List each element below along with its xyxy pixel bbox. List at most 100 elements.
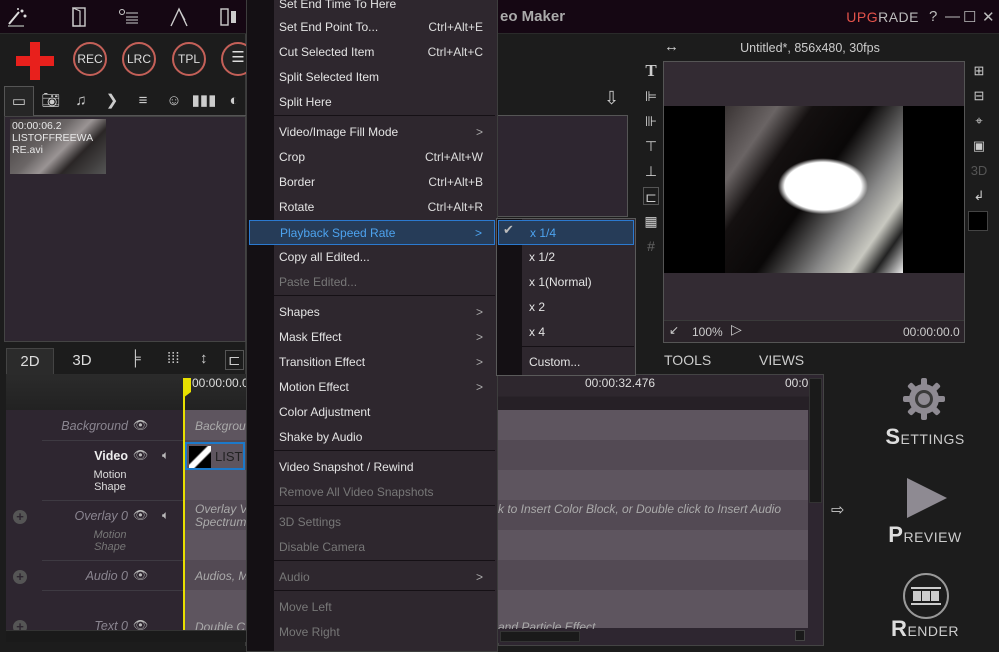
zoom-level[interactable]: 100% (692, 325, 723, 339)
emoji-tab-icon[interactable]: ☺ (159, 86, 189, 116)
tab-3d[interactable]: 3D (58, 348, 106, 374)
render-film-icon[interactable] (903, 573, 949, 619)
speed-option-3[interactable]: x 1(Normal) (521, 270, 633, 295)
menu-item-split-selected-item[interactable]: Split Selected Item (273, 65, 495, 90)
play-icon[interactable]: ▷ (731, 321, 742, 338)
arrow-right-icon[interactable]: ⇨ (831, 500, 844, 520)
swap-arrows-icon[interactable]: ↲ (970, 187, 988, 205)
menu-item-rotate[interactable]: Rotate Ctrl+Alt+R (273, 195, 495, 220)
views-tab[interactable]: VIEWS (759, 352, 804, 368)
add-track-icon[interactable]: + (13, 570, 27, 584)
menu-item-cut-selected-item[interactable]: Cut Selected Item Ctrl+Alt+C (273, 40, 495, 65)
eye-icon[interactable]: 👁︎ (133, 418, 148, 432)
camera-tab-icon[interactable]: 📷︎ (36, 86, 66, 116)
help-button[interactable]: ? (929, 8, 937, 25)
add-track-icon[interactable]: + (13, 510, 27, 524)
contrast-tab-icon[interactable]: ◐ (219, 86, 249, 116)
rec-button[interactable]: REC (73, 42, 107, 76)
maximize-button[interactable]: ☐ (963, 8, 976, 26)
align-right-icon[interactable]: ⊪ (643, 112, 659, 130)
layout-grid-icon[interactable]: ▣ (970, 137, 988, 155)
center-horizontal-icon[interactable]: ⊞ (970, 62, 988, 80)
music-tab-icon[interactable]: ♫ (66, 86, 96, 116)
tools-tab[interactable]: TOOLS (664, 352, 711, 368)
split-panel-icon[interactable] (218, 6, 240, 28)
add-media-button[interactable] (16, 42, 54, 80)
speed-option-6[interactable]: Custom... (521, 350, 633, 375)
vertical-resize-icon[interactable]: ↕ (200, 350, 208, 367)
menu-item-color-adjustment[interactable]: Color Adjustment (273, 400, 495, 425)
speed-option-2[interactable]: x 1/2 (521, 245, 633, 270)
align-top-icon[interactable]: ⊤ (643, 137, 659, 155)
text-tool-icon[interactable]: T (643, 62, 659, 80)
settings-gear-icon[interactable] (903, 378, 945, 420)
eye-icon[interactable]: 👁︎ (133, 448, 148, 462)
eye-icon[interactable]: 👁︎ (133, 508, 148, 522)
compass-icon[interactable] (168, 6, 190, 28)
center-target-icon[interactable]: ⌖ (970, 112, 988, 130)
video-motion-label[interactable]: Motion (82, 469, 138, 481)
shrink-icon[interactable]: ↙ (669, 323, 679, 337)
menu-item-mask-effect[interactable]: Mask Effect > (273, 325, 495, 350)
battery-tab-icon[interactable]: ▮▮▮ (189, 86, 219, 116)
video-clip[interactable]: LIST (185, 442, 245, 470)
menu-item-transition-effect[interactable]: Transition Effect > (273, 350, 495, 375)
frame-icon[interactable]: ⊏ (225, 350, 244, 370)
speaker-icon[interactable]: 🔈︎ (162, 508, 169, 523)
lane-audio-right[interactable] (498, 560, 808, 590)
tab-2d[interactable]: 2D (6, 348, 54, 374)
speed-option-1[interactable]: x 1/4 (498, 220, 634, 245)
center-vertical-icon[interactable]: ⊟ (970, 87, 988, 105)
speed-option-4[interactable]: x 2 (521, 295, 633, 320)
speaker-icon[interactable]: 🔈︎ (162, 448, 169, 463)
storyboard-tab-icon[interactable]: ▭ (4, 86, 34, 116)
lane-background-right[interactable] (498, 410, 808, 440)
download-icon[interactable]: ⇩ (604, 88, 619, 109)
preview-button[interactable]: PREVIEW (880, 522, 970, 548)
media-clip-thumbnail[interactable]: 00:00:06.2 LISTOFFREEWA RE.avi (10, 119, 106, 174)
grid-fine-icon[interactable]: ▦ (643, 212, 659, 230)
magic-wand-icon[interactable] (6, 6, 28, 28)
menu-item-video-snapshot-rewind[interactable]: Video Snapshot / Rewind (273, 455, 495, 480)
door-icon[interactable] (68, 6, 90, 28)
frame-icon[interactable]: ⊏ (643, 187, 659, 205)
speed-option-5[interactable]: x 4 (521, 320, 633, 345)
eye-icon[interactable]: 👁︎ (133, 568, 148, 582)
align-left-icon[interactable]: ⊫ (643, 87, 659, 105)
audio-list-tab-icon[interactable]: ≡ (128, 86, 158, 116)
grid-icon[interactable]: # (643, 237, 659, 255)
color-swatch[interactable] (968, 211, 988, 231)
menu-item-split-here[interactable]: Split Here (273, 90, 495, 115)
menu-item-playback-speed-rate[interactable]: Playback Speed Rate > (249, 220, 495, 245)
lrc-button[interactable]: LRC (122, 42, 156, 76)
menu-item-motion-effect[interactable]: Motion Effect > (273, 375, 495, 400)
timeline-vscroll[interactable] (809, 378, 822, 503)
video-shape-label[interactable]: Shape (82, 481, 138, 493)
menu-item-video-image-fill-mode[interactable]: Video/Image Fill Mode > (273, 120, 495, 145)
playhead[interactable] (183, 378, 185, 630)
minimize-button[interactable]: — (945, 8, 960, 25)
menu-item-copy-all-edited[interactable]: Copy all Edited... (273, 245, 495, 270)
lane-video-right[interactable] (498, 440, 808, 470)
tpl-button[interactable]: TPL (172, 42, 206, 76)
align-bottom-icon[interactable]: ⊥ (643, 162, 659, 180)
overlay-motion-label[interactable]: Motion (82, 529, 138, 541)
list-settings-icon[interactable] (118, 6, 140, 28)
grid-dots-icon[interactable]: ⁞⁞⁞ (167, 350, 180, 367)
timeline-hscroll[interactable] (6, 630, 246, 642)
three-d-icon[interactable]: 3D (970, 162, 988, 180)
close-button[interactable]: ✕ (982, 8, 995, 26)
menu-item-crop[interactable]: Crop Ctrl+Alt+W (273, 145, 495, 170)
lane-text[interactable] (184, 590, 246, 620)
upgrade-button[interactable]: UPGRADE (846, 9, 919, 25)
preview-play-icon[interactable] (907, 478, 947, 518)
menu-item-set-end-point-to[interactable]: Set End Point To... Ctrl+Alt+E (273, 15, 495, 40)
hscroll-thumb[interactable] (500, 631, 580, 642)
settings-button[interactable]: SETTINGS (880, 424, 970, 450)
render-button[interactable]: RENDER (880, 616, 970, 642)
menu-item-shapes[interactable]: Shapes > (273, 300, 495, 325)
transition-tab-icon[interactable]: ❯ (97, 86, 127, 116)
overlay-shape-label[interactable]: Shape (82, 541, 138, 553)
menu-item-shake-by-audio[interactable]: Shake by Audio (273, 425, 495, 450)
align-left-icon[interactable]: ╞ (130, 350, 141, 367)
